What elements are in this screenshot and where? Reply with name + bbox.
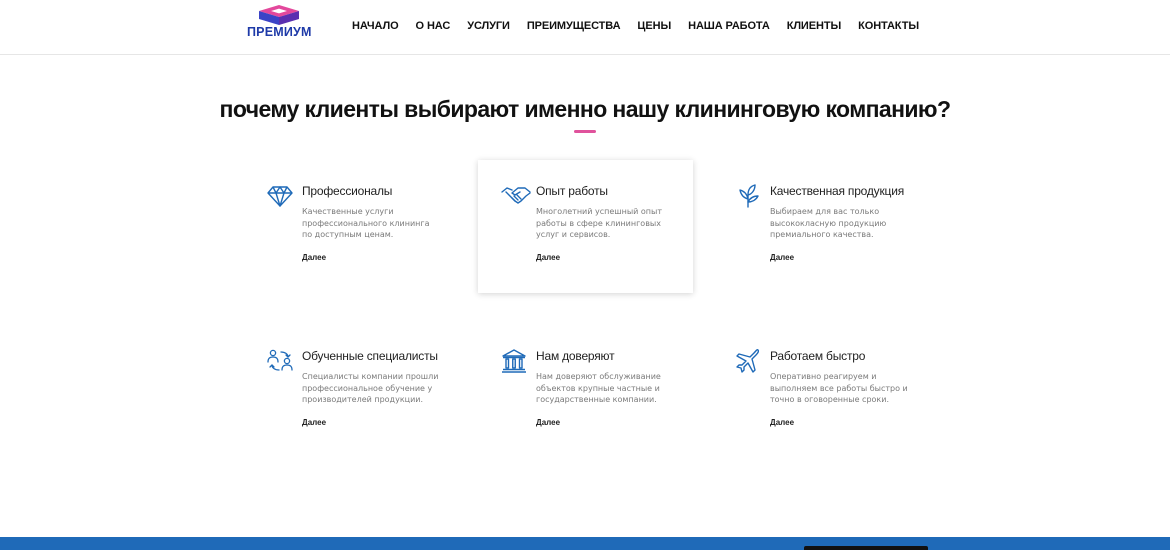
feature-card-trained-specialists: Обученные специалисты Специалисты компан… [267,348,483,482]
feature-description: Нам доверяют обслуживание объектов крупн… [536,372,661,404]
feature-description: Выбираем для вас только высококласную пр… [770,207,887,239]
nav-item-about[interactable]: О НАС [416,20,451,32]
leaf-icon [735,183,761,209]
nav-item-clients[interactable]: КЛИЕНТЫ [787,20,842,32]
nav-item-advantages[interactable]: ПРЕИМУЩЕСТВА [527,20,621,32]
feature-card-experience: Опыт работы Многолетний успешный опыт ра… [478,160,693,293]
feature-more-link[interactable]: Далее [536,253,560,262]
brand-name: ПРЕМИУМ [247,25,312,39]
feature-title: Работаем быстро [770,349,866,363]
feature-title: Профессионалы [302,184,393,198]
feature-card-trust: Нам доверяют Нам доверяют обслуживание о… [501,348,717,482]
feature-more-link[interactable]: Далее [770,253,794,262]
feature-card-professionals: Профессионалы Качественные услуги профес… [267,183,483,317]
nav-item-services[interactable]: УСЛУГИ [467,20,510,32]
section-title: почему клиенты выбирают именно нашу клин… [219,96,951,122]
feature-title: Опыт работы [536,184,608,198]
brand-logo[interactable]: ПРЕМИУМ [247,5,311,41]
feature-description: Качественные услуги профессионального кл… [302,207,430,239]
diamond-icon [267,183,293,209]
title-underline [574,130,596,133]
nav-item-prices[interactable]: ЦЕНЫ [637,20,671,32]
logo-cube-icon [259,5,299,25]
feature-more-link[interactable]: Далее [536,418,560,427]
nav-item-our-work[interactable]: НАША РАБОТА [688,20,770,32]
feature-title: Обученные специалисты [302,349,438,363]
bank-icon [501,348,527,374]
feature-card-quality-products: Качественная продукция Выбираем для вас … [735,183,951,317]
footer-tab[interactable] [804,546,928,550]
feature-more-link[interactable]: Далее [302,418,326,427]
feature-title: Нам доверяют [536,349,615,363]
feature-more-link[interactable]: Далее [770,418,794,427]
main-nav: НАЧАЛО О НАС УСЛУГИ ПРЕИМУЩЕСТВА ЦЕНЫ НА… [335,20,919,32]
footer-band [0,537,1170,550]
feature-title: Качественная продукция [770,184,905,198]
nav-item-home[interactable]: НАЧАЛО [352,20,399,32]
nav-item-contacts[interactable]: КОНТАКТЫ [858,20,919,32]
feature-card-fast-work: Работаем быстро Оперативно реагируем и в… [735,348,951,482]
feature-description: Специалисты компании прошли профессионал… [302,372,439,404]
site-header: ПРЕМИУМ НАЧАЛО О НАС УСЛУГИ ПРЕИМУЩЕСТВА… [0,0,1170,55]
feature-description: Многолетний успешный опыт работы в сфере… [536,207,662,239]
airplane-icon [735,348,761,374]
feature-more-link[interactable]: Далее [302,253,326,262]
handshake-icon [501,183,531,209]
people-exchange-icon [267,348,293,374]
feature-description: Оперативно реагируем и выполняем все раб… [770,372,908,404]
